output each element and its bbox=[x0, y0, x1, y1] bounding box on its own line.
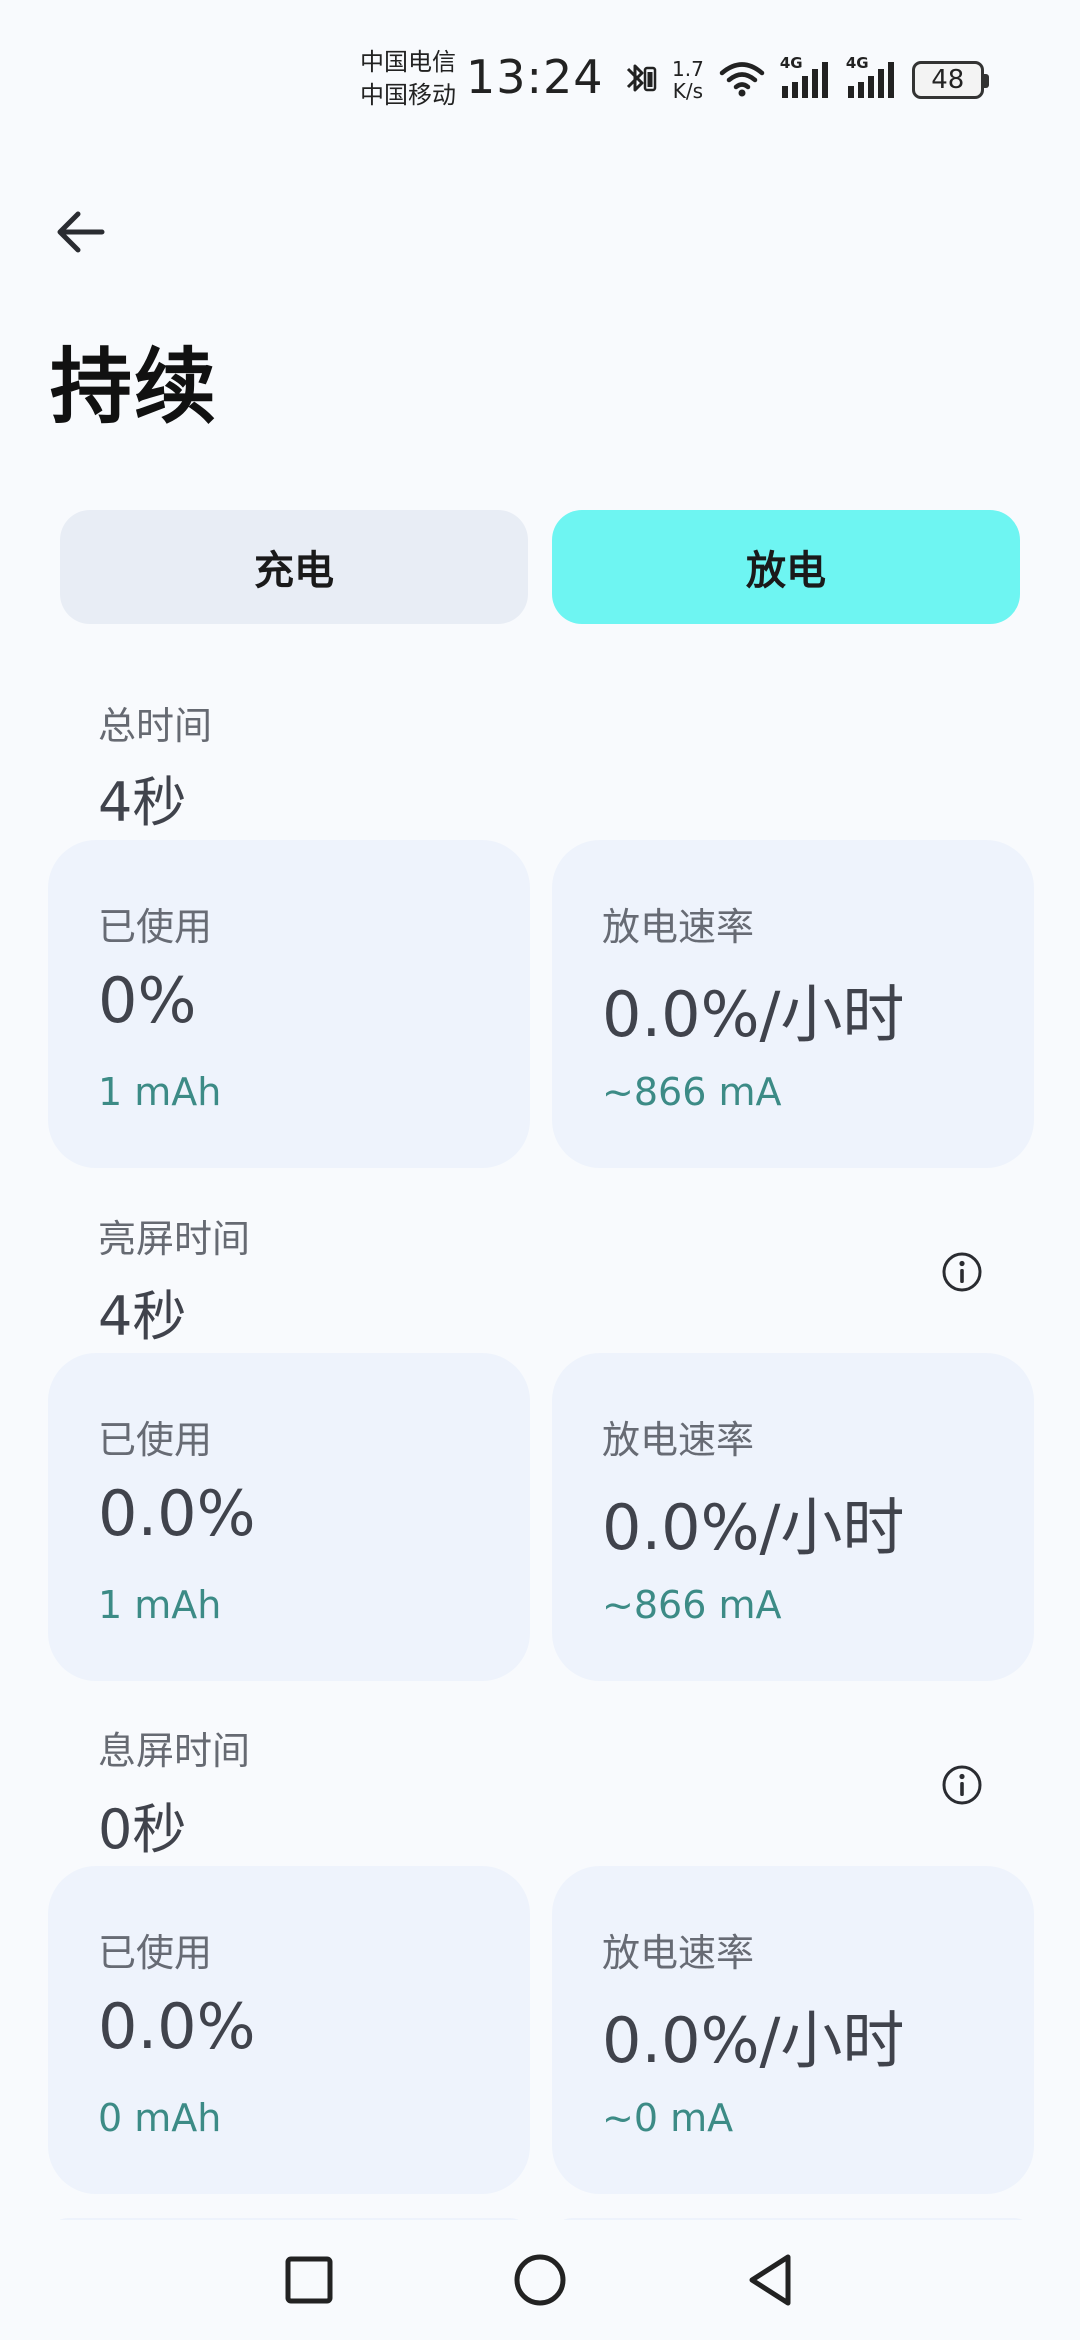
used-value: 0% bbox=[98, 964, 197, 1037]
used-capacity: 0 mAh bbox=[98, 2096, 222, 2140]
used-value: 0.0% bbox=[98, 1990, 256, 2063]
screen-off-used-card: 已使用 0.0% 0 mAh bbox=[48, 1866, 530, 2194]
tab-discharge[interactable]: 放电 bbox=[552, 510, 1020, 624]
back-nav-button[interactable] bbox=[720, 2220, 820, 2340]
status-time: 13:24 bbox=[466, 50, 604, 104]
back-button[interactable] bbox=[44, 196, 116, 268]
screen-on-rate-card: 放电速率 0.0%/小时 ~866 mA bbox=[552, 1353, 1034, 1681]
total-rate-card: 放电速率 0.0%/小时 ~866 mA bbox=[552, 840, 1034, 1168]
rate-label: 放电速率 bbox=[602, 905, 755, 949]
carrier-names: 中国电信 中国移动 bbox=[360, 46, 456, 112]
rate-value: 0.0%/小时 bbox=[602, 978, 905, 1051]
carrier-1: 中国电信 bbox=[360, 48, 456, 76]
navigation-bar bbox=[0, 2220, 1080, 2340]
used-label: 已使用 bbox=[98, 1931, 213, 1975]
status-icons: 1.7 K/s 4G 4G 48 bbox=[622, 52, 989, 108]
network-speed: 1.7 K/s bbox=[672, 58, 704, 102]
home-button[interactable] bbox=[490, 2220, 590, 2340]
screen-off-time-value: 0秒 bbox=[98, 1798, 187, 1861]
status-bar: 中国电信 中国移动 13:24 1.7 K/s 4G 4G 48 bbox=[0, 0, 1080, 110]
rate-value: 0.0%/小时 bbox=[602, 2004, 905, 2077]
screen-on-time-label: 亮屏时间 bbox=[98, 1217, 251, 1261]
total-used-card: 已使用 0% 1 mAh bbox=[48, 840, 530, 1168]
rate-value: 0.0%/小时 bbox=[602, 1491, 905, 1564]
square-icon bbox=[285, 2256, 333, 2304]
screen-off-time-label: 息屏时间 bbox=[98, 1729, 251, 1773]
used-value: 0.0% bbox=[98, 1477, 256, 1550]
rate-current: ~866 mA bbox=[602, 1070, 782, 1114]
page-title: 持续 bbox=[50, 340, 219, 435]
used-label: 已使用 bbox=[98, 905, 213, 949]
signal-2-icon: 4G bbox=[846, 54, 898, 100]
signal-1-icon: 4G bbox=[780, 54, 832, 100]
triangle-back-icon bbox=[749, 2254, 791, 2306]
speed-value: 1.7 bbox=[672, 57, 704, 81]
rate-current: ~0 mA bbox=[602, 2096, 734, 2140]
carrier-2: 中国移动 bbox=[360, 81, 456, 109]
circle-icon bbox=[514, 2254, 566, 2306]
total-time-value: 4秒 bbox=[98, 771, 187, 834]
arrow-left-icon bbox=[57, 211, 105, 253]
wifi-icon bbox=[718, 58, 766, 102]
info-icon[interactable] bbox=[940, 1763, 984, 1807]
total-time-label: 总时间 bbox=[98, 704, 213, 748]
screen-off-rate-card: 放电速率 0.0%/小时 ~0 mA bbox=[552, 1866, 1034, 2194]
screen-on-used-card: 已使用 0.0% 1 mAh bbox=[48, 1353, 530, 1681]
rate-label: 放电速率 bbox=[602, 1931, 755, 1975]
battery-icon: 48 bbox=[911, 61, 989, 99]
bluetooth-icon bbox=[622, 58, 658, 102]
rate-label: 放电速率 bbox=[602, 1418, 755, 1462]
recent-apps-button[interactable] bbox=[259, 2220, 359, 2340]
rate-current: ~866 mA bbox=[602, 1583, 782, 1627]
screen-on-time-value: 4秒 bbox=[98, 1285, 187, 1348]
used-capacity: 1 mAh bbox=[98, 1583, 222, 1627]
battery-duration-screen: 中国电信 中国移动 13:24 1.7 K/s 4G 4G 48 持续 充电 放… bbox=[0, 0, 1080, 2340]
speed-unit: K/s bbox=[672, 79, 704, 103]
info-icon[interactable] bbox=[940, 1250, 984, 1294]
tab-charge[interactable]: 充电 bbox=[60, 510, 528, 624]
used-label: 已使用 bbox=[98, 1418, 213, 1462]
used-capacity: 1 mAh bbox=[98, 1070, 222, 1114]
